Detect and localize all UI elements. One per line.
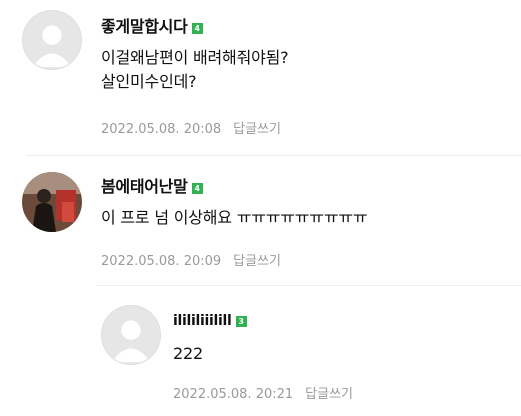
reply-button[interactable]: 답글쓰기: [305, 387, 353, 402]
comment-divider: [97, 285, 521, 286]
user-silhouette-icon: [102, 306, 160, 364]
profile-photo-icon: [22, 172, 82, 232]
comment-date: 2022.05.08. 20:09: [101, 254, 222, 269]
comment-meta: 2022.05.08. 20:21 답글쓰기: [173, 383, 353, 402]
comment-meta: 2022.05.08. 20:08 답글쓰기: [101, 118, 281, 137]
comment-text: 이 프로 넘 이상해요 ㅠㅠㅠㅠㅠㅠㅠㅠㅠ: [101, 208, 368, 227]
comment-divider: [26, 155, 521, 156]
reply-button[interactable]: 답글쓰기: [233, 122, 281, 137]
default-avatar[interactable]: [101, 305, 161, 365]
comment-date: 2022.05.08. 20:08: [101, 122, 222, 137]
level-badge-icon: 4: [191, 23, 203, 34]
default-avatar[interactable]: [22, 10, 82, 70]
profile-avatar[interactable]: [22, 172, 82, 232]
reply-comment-item: ilililiiilill 3 222 2022.05.08. 20:21 답글쓰기: [0, 290, 521, 416]
reply-button[interactable]: 답글쓰기: [233, 254, 281, 269]
author-name[interactable]: 좋게말합시다: [101, 17, 188, 36]
comment-item: 좋게말합시다 4 이걸왜남편이 배려해줘야됨? 살인미수인데? 2022.05.0…: [0, 0, 521, 160]
comment-author[interactable]: 좋게말합시다 4: [101, 13, 203, 37]
comment-author[interactable]: ilililiiilill 3: [173, 313, 247, 329]
author-name[interactable]: 봄에태어난말: [101, 177, 188, 196]
comment-author[interactable]: 봄에태어난말 4: [101, 173, 203, 197]
comment-text: 이걸왜남편이 배려해줘야됨? 살인미수인데?: [101, 48, 289, 91]
comment-date: 2022.05.08. 20:21: [173, 387, 294, 402]
author-name[interactable]: ilililiiilill: [173, 313, 232, 329]
level-badge-icon: 4: [191, 183, 203, 194]
comment-item: 봄에태어난말 4 이 프로 넘 이상해요 ㅠㅠㅠㅠㅠㅠㅠㅠㅠ 2022.05.08…: [0, 160, 521, 285]
comment-meta: 2022.05.08. 20:09 답글쓰기: [101, 250, 281, 269]
comment-text: 222: [173, 344, 203, 363]
user-silhouette-icon: [23, 11, 81, 69]
level-badge-icon: 3: [235, 316, 247, 327]
